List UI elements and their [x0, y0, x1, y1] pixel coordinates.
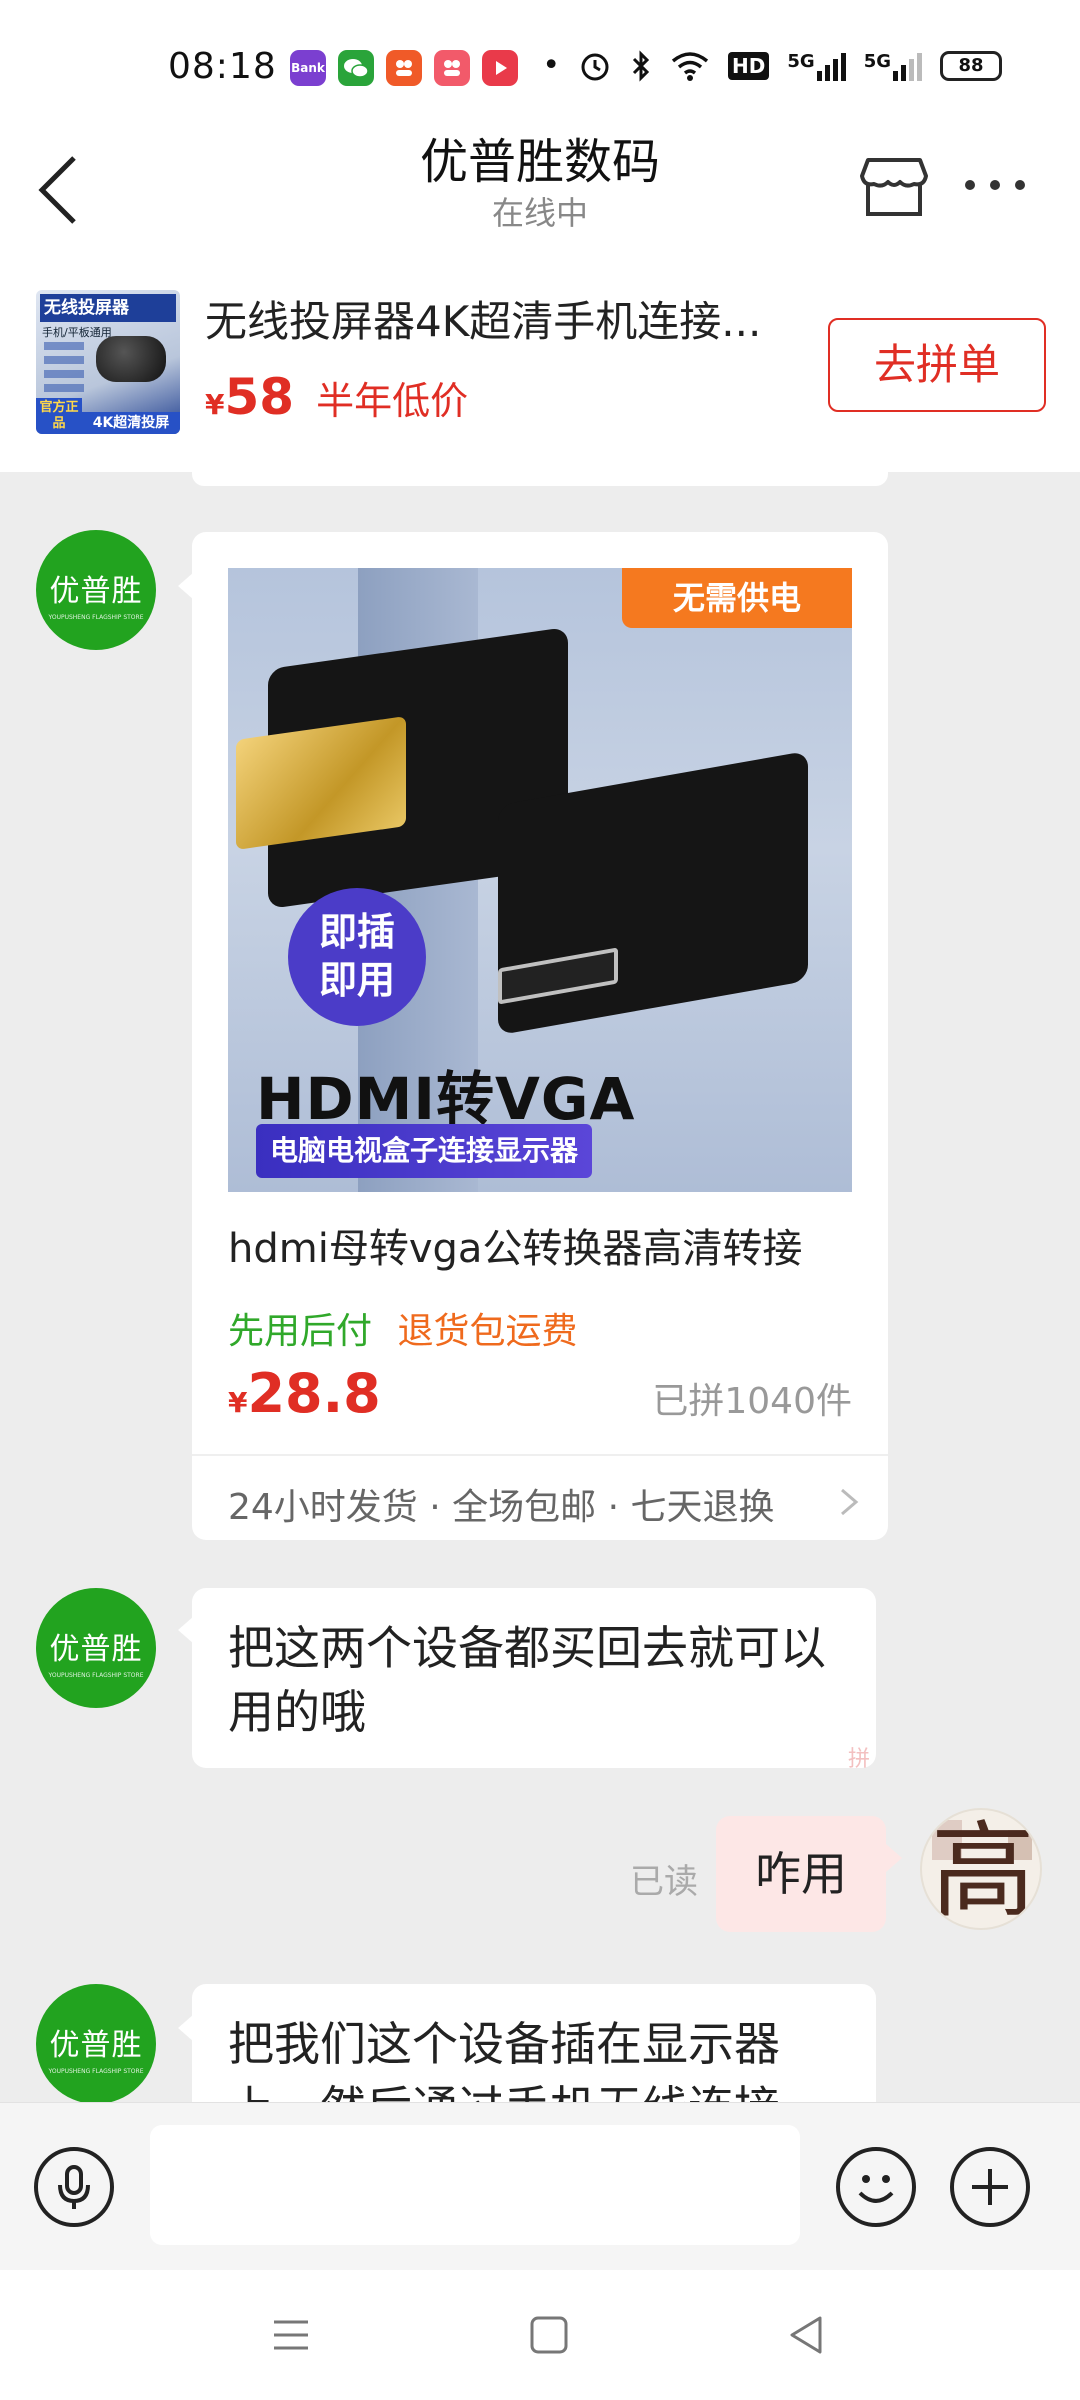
product-thumbnail[interactable]: 无线投屏器 手机/平板通用 官方正品 4K超清投屏 — [36, 290, 180, 434]
thumb-badge: 官方正品 — [36, 398, 82, 434]
sold-count: 已拼1040件 — [652, 1381, 852, 1422]
currency-symbol: ¥ — [205, 388, 225, 421]
divider — [192, 1454, 888, 1456]
banner-product-title[interactable]: 无线投屏器4K超清手机连接... — [205, 288, 805, 349]
seller-avatar-english: YOUPUSHENG FLAGSHIP STORE — [48, 1672, 144, 1679]
wechat-icon — [338, 50, 374, 86]
status-time: 08:18 — [168, 46, 277, 87]
plus-icon — [972, 2169, 1008, 2205]
product-banner[interactable]: 无线投屏器 手机/平板通用 官方正品 4K超清投屏 无线投屏器4K超清手机连接.… — [0, 262, 1080, 472]
read-receipt: 已读 — [630, 1862, 698, 1902]
bluetooth-icon — [632, 49, 650, 82]
dot-icon: • — [542, 48, 561, 83]
banner-price-tag: 半年低价 — [316, 379, 469, 423]
seller-avatar-english: YOUPUSHENG FLAGSHIP STORE — [48, 614, 144, 621]
app-red-icon — [434, 50, 470, 86]
chat-header: 优普胜数码 在线中 — [0, 112, 1080, 262]
signal-5g-2: 5G — [864, 51, 922, 81]
bank-app-icon: Bank — [290, 50, 326, 86]
home-nav-button[interactable] — [524, 2310, 574, 2360]
more-button[interactable] — [960, 160, 1030, 210]
pay-later-tag: 先用后付 — [228, 1311, 373, 1352]
seller-avatar-name: 优普胜 — [49, 2028, 143, 2063]
battery-indicator: 88 — [940, 50, 1002, 81]
free-return-tag: 退货包运费 — [397, 1311, 578, 1352]
voice-button[interactable] — [34, 2147, 114, 2227]
user-avatar[interactable]: 高 — [920, 1808, 1042, 1930]
image-subline: 电脑电视盒子连接显示器 — [256, 1124, 593, 1178]
bubble-tail — [886, 1844, 902, 1872]
emoji-button[interactable] — [836, 2147, 916, 2227]
product-title[interactable]: hdmi母转vga公转换器高清转接 — [228, 1216, 802, 1274]
message-text: 把我们这个设备插在显示器上，然后通过手机无线连接 — [228, 2017, 780, 2102]
wifi-icon — [671, 51, 709, 81]
thumb-title: 无线投屏器 — [40, 294, 176, 322]
seller-message-bubble[interactable]: 把我们这个设备插在显示器上，然后通过手机无线连接 — [192, 1984, 876, 2102]
store-button[interactable] — [858, 150, 930, 222]
seller-avatar[interactable]: 优普胜 YOUPUSHENG FLAGSHIP STORE — [36, 1588, 156, 1708]
product-card[interactable]: 无需供电 即插即用 HDMI转VGA 电脑电视盒子连接显示器 hdmi母转vga… — [192, 532, 888, 1540]
hd-label: HD — [728, 51, 770, 80]
square-icon — [530, 2316, 568, 2354]
store-icon — [860, 158, 928, 216]
message-text: 把这两个设备都买回去就可以用的哦 — [228, 1621, 826, 1739]
back-nav-button[interactable] — [782, 2310, 832, 2360]
chevron-right-icon[interactable] — [834, 1482, 864, 1522]
seller-avatar-english: YOUPUSHENG FLAGSHIP STORE — [48, 2068, 144, 2075]
status-bar: 08:18 Bank • HD 5G 5G 88 — [0, 0, 1080, 130]
menu-nav-button[interactable] — [266, 2310, 316, 2360]
avatar-character: 高 — [930, 1810, 1035, 1930]
microphone-icon — [58, 2165, 90, 2209]
service-info[interactable]: 24小时发货 · 全场包邮 · 七天退换 — [228, 1478, 774, 1530]
currency-symbol: ¥ — [228, 1386, 248, 1419]
no-power-badge: 无需供电 — [622, 568, 852, 628]
product-tags: 先用后付 退货包运费 — [228, 1302, 577, 1354]
seller-message-bubble[interactable]: 把这两个设备都买回去就可以用的哦 拼 — [192, 1588, 876, 1768]
plug-and-play-badge: 即插即用 — [288, 888, 426, 1026]
seller-avatar[interactable]: 优普胜 YOUPUSHENG FLAGSHIP STORE — [36, 530, 156, 650]
product-price-row: ¥ 28.8 — [228, 1362, 381, 1425]
status-indicators: • HD 5G 5G 88 — [542, 48, 1002, 83]
banner-price-row: ¥ 58 半年低价 — [205, 368, 468, 426]
thumb-feature-list — [44, 342, 84, 398]
video-app-icon — [482, 50, 518, 86]
product-price: 28.8 — [247, 1362, 381, 1425]
banner-price: 58 — [224, 368, 295, 426]
seller-avatar[interactable]: 优普胜 YOUPUSHENG FLAGSHIP STORE — [36, 1984, 156, 2102]
my-message-bubble[interactable]: 咋用 — [716, 1816, 886, 1932]
chat-messages[interactable]: 优普胜 YOUPUSHENG FLAGSHIP STORE 无需供电 即插即用 … — [0, 472, 1080, 2102]
triangle-back-icon — [790, 2316, 822, 2354]
status-app-icons: Bank — [290, 50, 518, 86]
system-navigation-bar — [0, 2270, 1080, 2400]
signal-5g-1: 5G — [787, 51, 846, 81]
thumb-subtitle: 手机/平板通用 — [42, 326, 112, 339]
smiley-icon — [858, 2175, 894, 2203]
input-bar — [0, 2102, 1080, 2270]
dongle-image — [96, 336, 166, 382]
pdd-stamp-icon: 拼 — [847, 1747, 870, 1768]
menu-icon — [274, 2320, 308, 2350]
group-buy-button[interactable]: 去拼单 — [828, 318, 1046, 412]
seller-avatar-name: 优普胜 — [49, 1632, 143, 1667]
alarm-icon — [581, 53, 609, 80]
seller-avatar-name: 优普胜 — [49, 574, 143, 609]
message-input[interactable] — [150, 2125, 800, 2245]
previous-message-card — [192, 472, 888, 486]
app-orange-icon — [386, 50, 422, 86]
add-button[interactable] — [950, 2147, 1030, 2227]
more-dots-icon — [965, 180, 1025, 190]
product-image[interactable]: 无需供电 即插即用 HDMI转VGA 电脑电视盒子连接显示器 — [228, 568, 852, 1192]
thumb-footer: 4K超清投屏 — [82, 412, 180, 434]
